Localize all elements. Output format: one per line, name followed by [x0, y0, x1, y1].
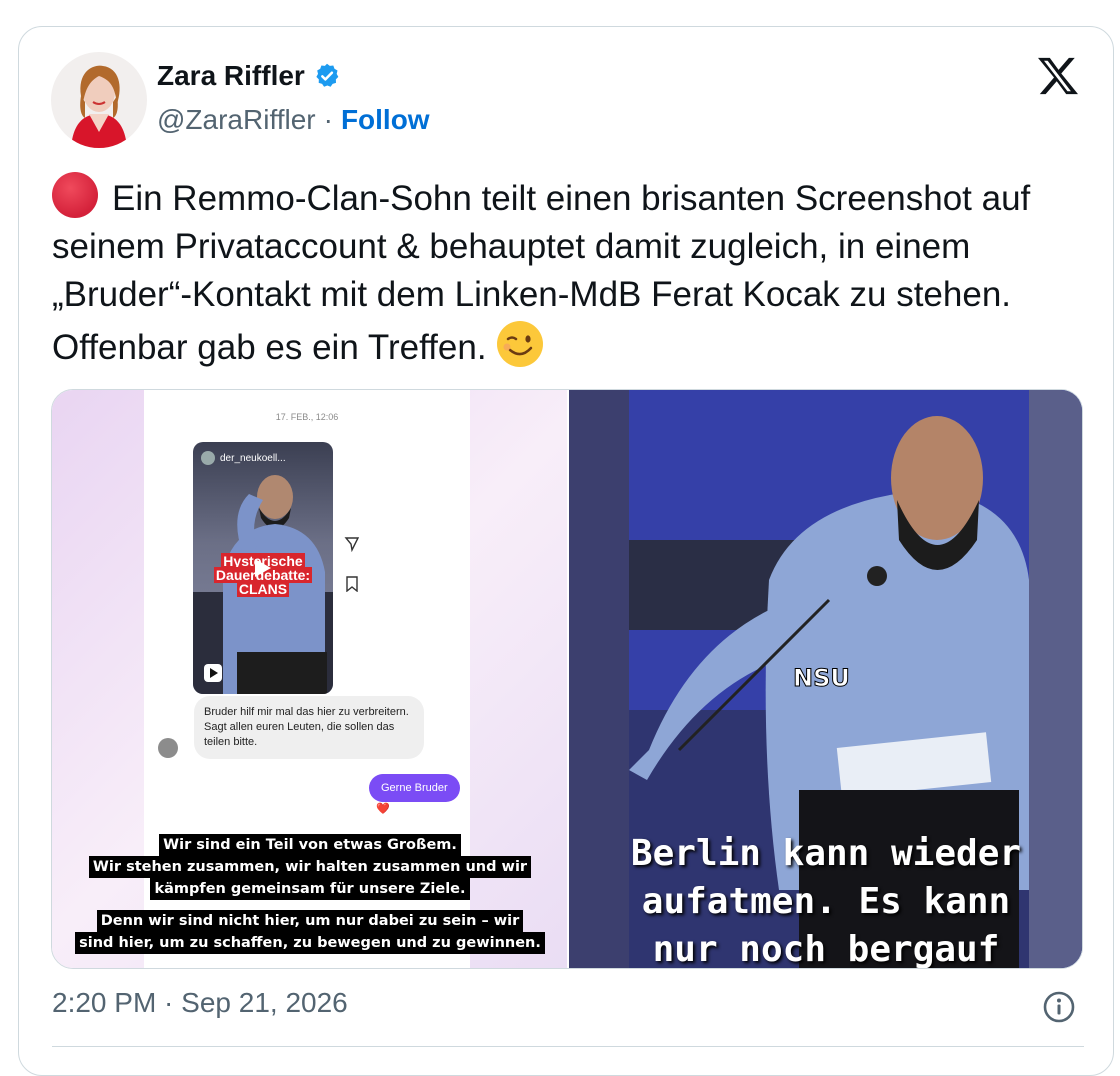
play-icon[interactable]: [251, 557, 273, 579]
red-circle-emoji-icon: [52, 172, 98, 218]
avatar[interactable]: [51, 52, 147, 148]
shared-reel: der_neukoell... Hysterische Dauerdebatte…: [193, 442, 333, 694]
handle[interactable]: @ZaraRiffler: [157, 104, 316, 136]
sender-avatar: [158, 738, 178, 758]
display-name[interactable]: Zara Riffler: [157, 60, 305, 92]
tweet-text: Ein Remmo-Clan-Sohn teilt einen brisante…: [52, 172, 1092, 372]
subtitle-block-2: Denn wir sind nicht hier, um nur dabei z…: [52, 910, 568, 954]
bookmark-icon[interactable]: [346, 576, 358, 592]
author-name-row: Zara Riffler: [157, 60, 341, 92]
x-logo-icon[interactable]: [1036, 56, 1080, 96]
verified-badge-icon: [316, 63, 339, 87]
send-icon[interactable]: [344, 536, 360, 552]
media-left-image[interactable]: 17. FEB., 12:06 der_neukoell... Hysteris…: [52, 390, 567, 968]
info-icon[interactable]: [1042, 990, 1076, 1024]
handle-row: @ZaraRiffler · Follow: [157, 104, 430, 136]
media-grid[interactable]: 17. FEB., 12:06 der_neukoell... Hysteris…: [51, 389, 1083, 969]
media-right-image[interactable]: NSU Berlin kann wieder aufatmen. Es kann…: [569, 390, 1082, 968]
separator: ·: [323, 104, 333, 135]
subtitle-right: Berlin kann wieder aufatmen. Es kann nur…: [630, 833, 1022, 968]
outgoing-message: Gerne Bruder: [369, 774, 460, 802]
reel-user: der_neukoell...: [201, 451, 286, 465]
incoming-message: Bruder hilf mir mal das hier zu verbreit…: [194, 696, 424, 759]
winking-face-emoji-icon: [496, 321, 543, 367]
follow-button[interactable]: Follow: [341, 104, 430, 136]
tweet-timestamp[interactable]: 2:20 PM · Sep 21, 2026: [52, 987, 348, 1019]
chat-date: 17. FEB., 12:06: [275, 412, 339, 422]
divider: [52, 1046, 1084, 1047]
nsu-label: NSU: [793, 664, 851, 693]
reel-icon: [204, 664, 222, 682]
heart-reaction-icon: ❤️: [376, 803, 390, 815]
subtitle-block-1: Wir sind ein Teil von etwas Großem. Wir …: [52, 834, 568, 900]
